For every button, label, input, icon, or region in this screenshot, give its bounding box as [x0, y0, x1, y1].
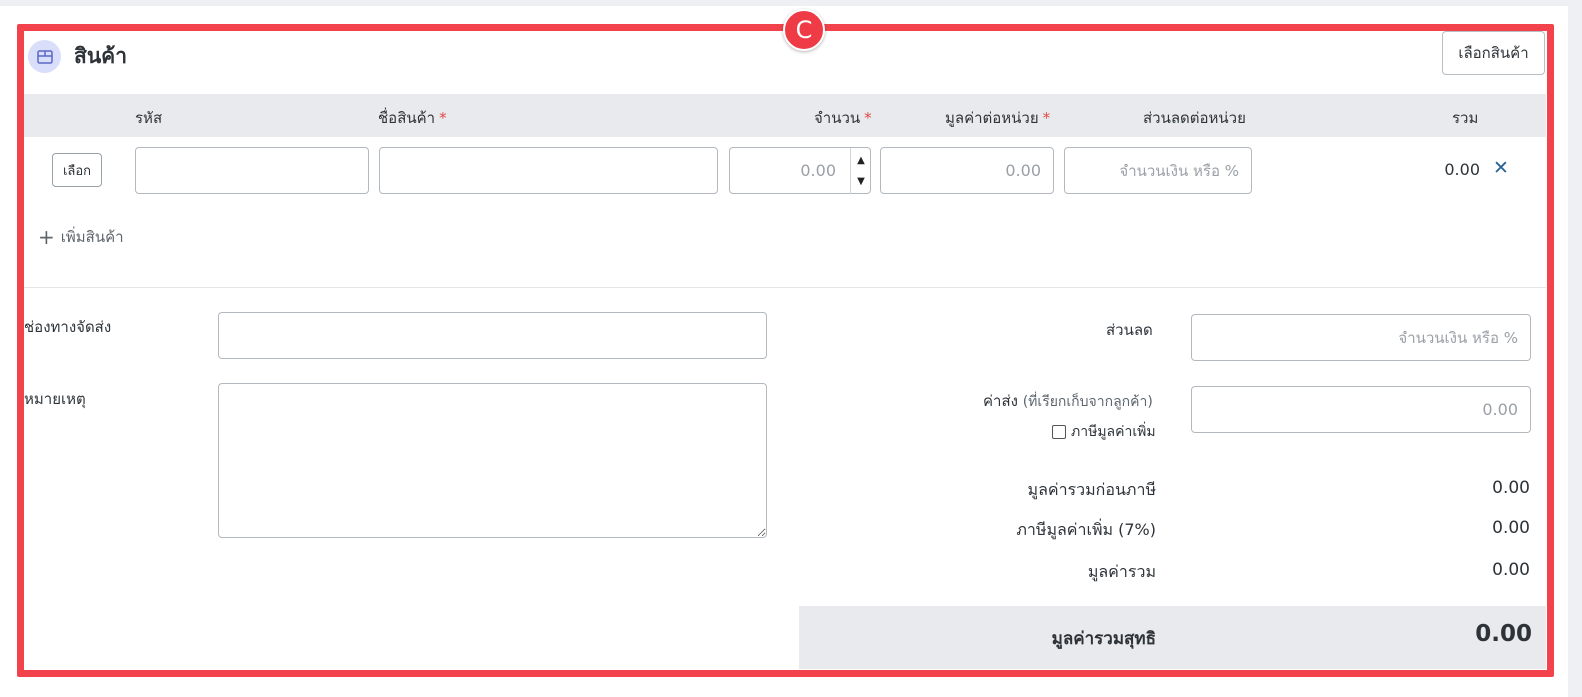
- remove-row-icon[interactable]: ✕: [1493, 157, 1509, 179]
- product-name-input[interactable]: [379, 147, 718, 194]
- header-unit-discount: ส่วนลดต่อหน่วย: [1143, 109, 1246, 127]
- header-quantity: จำนวน *: [814, 109, 872, 127]
- header-unit-price: มูลค่าต่อหน่วย *: [945, 109, 1051, 127]
- shipping-channel-input[interactable]: [218, 312, 767, 359]
- checkbox-icon[interactable]: [1052, 425, 1066, 439]
- required-mark: *: [439, 109, 447, 127]
- unit-price-input[interactable]: [880, 147, 1054, 194]
- vat-label: ภาษีมูลค่าเพิ่ม (7%): [1016, 520, 1156, 539]
- header-code: รหัส: [135, 109, 163, 127]
- shipping-fee-input[interactable]: [1191, 386, 1531, 433]
- net-total-label: มูลค่ารวมสุทธิ: [1051, 629, 1156, 649]
- total-label: มูลค่ารวม: [1087, 562, 1156, 581]
- discount-input[interactable]: [1191, 314, 1531, 361]
- add-product-label: เพิ่มสินค้า: [60, 228, 124, 246]
- vat-value: 0.00: [1492, 518, 1530, 538]
- vat-checkbox-label: ภาษีมูลค่าเพิ่ม: [1071, 424, 1156, 440]
- choose-product-button[interactable]: เลือก: [52, 153, 102, 187]
- note-label: หมายเหตุ: [24, 390, 86, 408]
- shipping-fee-sublabel: (ที่เรียกเก็บจากลูกค้า): [1022, 394, 1153, 410]
- divider: [24, 287, 1546, 288]
- step-badge: C: [783, 9, 825, 51]
- product-code-input[interactable]: [135, 147, 369, 194]
- section-title: สินค้า: [74, 44, 128, 68]
- increment-icon[interactable]: ▲: [851, 149, 871, 171]
- row-total: 0.00: [1444, 160, 1480, 179]
- total-value: 0.00: [1492, 560, 1530, 580]
- note-textarea[interactable]: [218, 383, 767, 538]
- vat-checkbox[interactable]: ภาษีมูลค่าเพิ่ม: [1052, 421, 1156, 443]
- select-product-button[interactable]: เลือกสินค้า: [1442, 31, 1545, 75]
- decrement-icon[interactable]: ▼: [851, 170, 871, 192]
- net-total-value: 0.00: [1475, 621, 1532, 647]
- add-product-link[interactable]: + เพิ่มสินค้า: [38, 225, 124, 249]
- product-table-header: รหัส ชื่อสินค้า * จำนวน * มูลค่าต่อหน่วย * …: [24, 94, 1546, 137]
- shipping-channel-label: ช่องทางจัดส่ง: [24, 318, 112, 336]
- header-total: รวม: [1452, 109, 1479, 127]
- quantity-stepper[interactable]: ▲ ▼: [850, 148, 870, 194]
- shipping-fee-label: ค่าส่ง (ที่เรียกเก็บจากลูกค้า): [983, 392, 1153, 410]
- header-name: ชื่อสินค้า *: [378, 109, 447, 127]
- box-icon: [28, 40, 61, 73]
- plus-icon: +: [38, 225, 55, 249]
- unit-discount-input[interactable]: [1064, 147, 1252, 194]
- required-mark: *: [864, 109, 872, 127]
- required-mark: *: [1042, 109, 1051, 127]
- discount-label: ส่วนลด: [1106, 321, 1153, 339]
- subtotal-label: มูลค่ารวมก่อนภาษี: [1027, 480, 1156, 499]
- subtotal-value: 0.00: [1492, 478, 1530, 498]
